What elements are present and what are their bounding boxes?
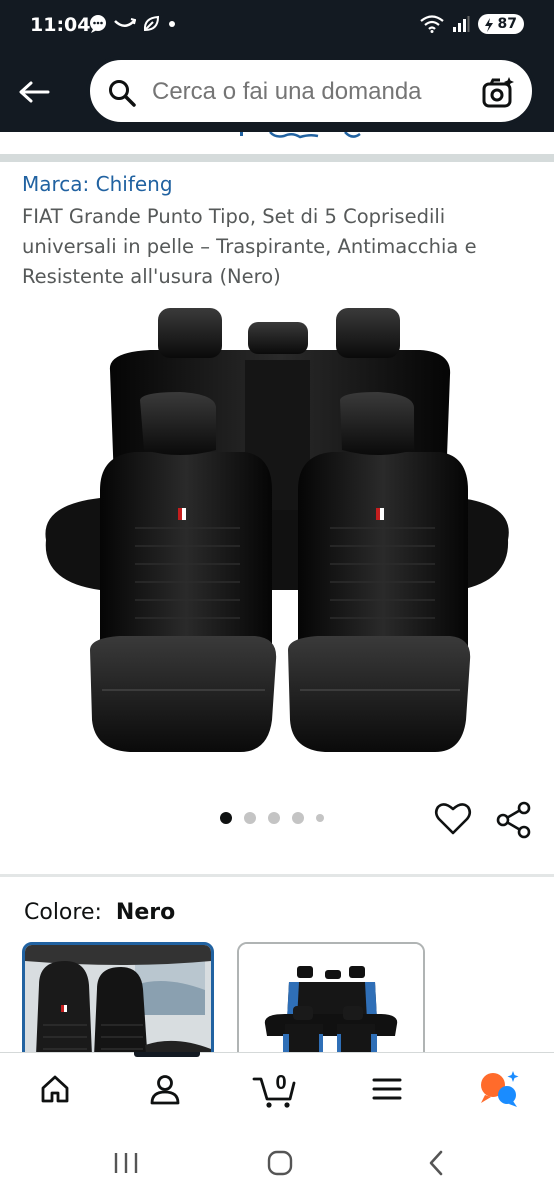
battery-icon: 87 [477, 14, 524, 34]
search-icon[interactable] [108, 79, 136, 107]
recent-apps-button[interactable] [106, 1146, 146, 1180]
app-header [0, 52, 554, 132]
notification-icons [88, 14, 178, 34]
carousel-dot[interactable] [292, 812, 304, 824]
menu-icon [372, 1078, 402, 1100]
share-icon[interactable] [494, 800, 534, 840]
carousel-dot[interactable] [268, 812, 280, 824]
battery-level: 87 [497, 16, 517, 32]
home-icon [41, 1075, 69, 1103]
wifi-icon [419, 15, 444, 33]
product-title: FIAT Grande Punto Tipo, Set di 5 Coprise… [22, 205, 477, 288]
rufus-icon [481, 1071, 519, 1107]
color-selection-label: Colore: Nero [24, 900, 175, 925]
camera-search-icon[interactable] [482, 76, 516, 110]
selected-color: Nero [115, 900, 176, 925]
message-icon [90, 15, 106, 33]
back-arrow-icon [19, 81, 50, 103]
carousel-dot-active[interactable] [220, 812, 232, 824]
nav-account[interactable] [140, 1067, 190, 1111]
chevron-left-icon [429, 1150, 443, 1176]
swoosh-icon [114, 18, 136, 27]
scrolled-content-strip [0, 131, 554, 154]
recent-apps-icon [114, 1153, 138, 1173]
section-divider [0, 154, 554, 162]
color-label: Colore: [24, 900, 102, 925]
carousel-dot[interactable] [316, 814, 324, 822]
search-bar[interactable] [88, 58, 534, 124]
signal-icon [452, 16, 470, 32]
nav-rufus[interactable] [474, 1067, 524, 1111]
cart-icon: 0 [252, 1072, 296, 1108]
heart-icon[interactable] [434, 800, 472, 838]
dot-icon [169, 21, 175, 27]
system-status-icons: 87 [419, 14, 524, 34]
image-carousel-indicator[interactable] [220, 812, 324, 824]
brand-link[interactable]: Marca: Chifeng [22, 172, 173, 196]
section-divider [0, 874, 554, 877]
search-input[interactable] [152, 76, 482, 108]
account-icon [150, 1075, 180, 1105]
system-back-button[interactable] [416, 1146, 456, 1180]
status-bar: 11:04 87 [0, 0, 554, 52]
nav-home[interactable] [30, 1067, 80, 1111]
nav-cart[interactable]: 0 [250, 1067, 300, 1111]
cart-count: 0 [275, 1072, 286, 1094]
back-button[interactable] [14, 72, 54, 112]
home-button[interactable] [260, 1146, 300, 1180]
home-circle-icon [267, 1150, 293, 1176]
bottom-navigation: 0 [0, 1052, 554, 1126]
active-tab-indicator [134, 1052, 200, 1057]
status-time: 11:04 [30, 14, 91, 36]
nav-menu[interactable] [362, 1067, 412, 1111]
system-navigation-bar [0, 1126, 554, 1200]
carousel-dot[interactable] [244, 812, 256, 824]
product-image[interactable] [40, 300, 515, 760]
leaf-icon [143, 15, 160, 32]
